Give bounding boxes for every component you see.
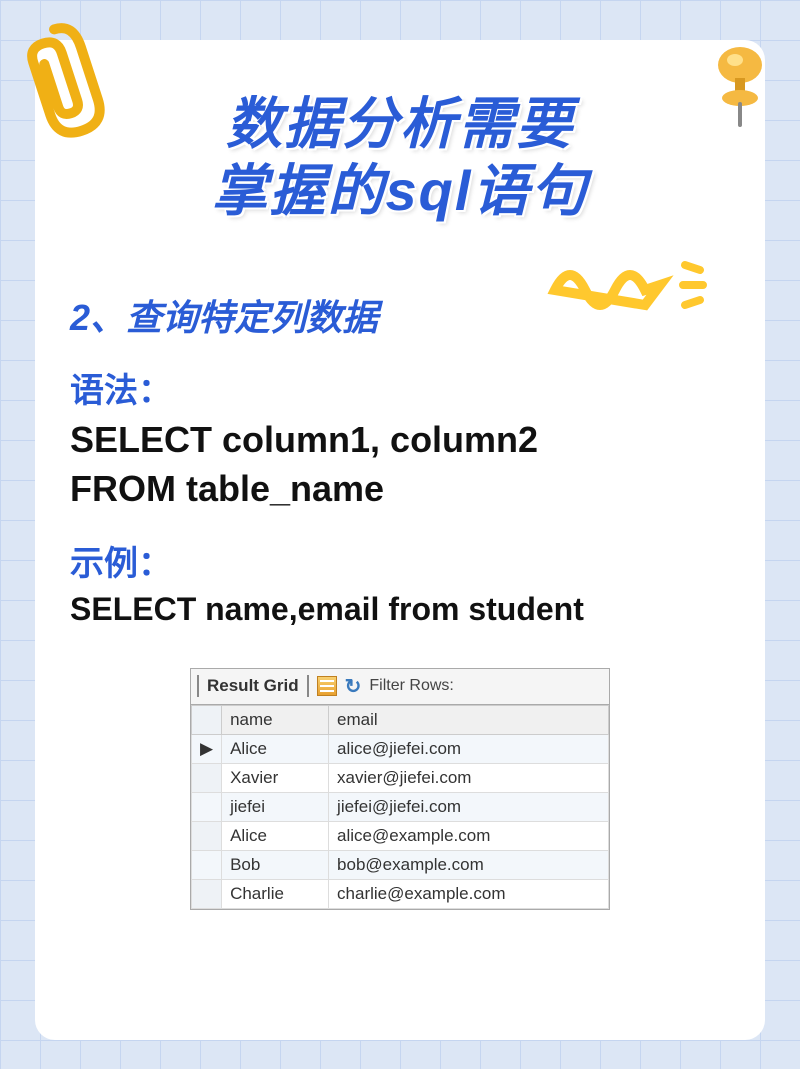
- syntax-code: SELECT column1, column2 FROM table_name: [70, 416, 730, 513]
- toolbar-separator: [197, 675, 199, 697]
- section-heading: 2、查询特定列数据: [70, 289, 378, 341]
- row-indicator: ▶: [192, 734, 222, 763]
- toolbar-separator: [307, 675, 309, 697]
- col-name[interactable]: name: [222, 705, 329, 734]
- grid-options-icon[interactable]: [317, 676, 337, 696]
- cell-email[interactable]: charlie@example.com: [329, 879, 609, 908]
- cell-email[interactable]: bob@example.com: [329, 850, 609, 879]
- cell-email[interactable]: alice@example.com: [329, 821, 609, 850]
- table-row[interactable]: Xavierxavier@jiefei.com: [192, 763, 609, 792]
- syntax-label: 语法：: [70, 363, 730, 412]
- syntax-line1: SELECT column1, column2: [70, 416, 730, 465]
- cell-name[interactable]: Alice: [222, 734, 329, 763]
- result-table: name email ▶Alicealice@jiefei.comXavierx…: [191, 705, 609, 909]
- cell-name[interactable]: Xavier: [222, 763, 329, 792]
- squiggle-decoration: [545, 250, 725, 320]
- cell-name[interactable]: Charlie: [222, 879, 329, 908]
- table-row[interactable]: jiefeijiefei@jiefei.com: [192, 792, 609, 821]
- refresh-icon[interactable]: ↻: [345, 674, 362, 699]
- col-email[interactable]: email: [329, 705, 609, 734]
- cell-name[interactable]: Alice: [222, 821, 329, 850]
- content-card: 数据分析需要 掌握的sql语句 2、查询特定列数据 语法： SELECT col…: [35, 40, 765, 1040]
- row-indicator: [192, 850, 222, 879]
- row-indicator: [192, 792, 222, 821]
- row-indicator: [192, 879, 222, 908]
- filter-rows-label: Filter Rows:: [369, 677, 453, 695]
- title-line2: 掌握的sql语句: [70, 157, 730, 224]
- table-row[interactable]: Alicealice@example.com: [192, 821, 609, 850]
- title-line1: 数据分析需要: [70, 90, 730, 157]
- row-header-blank: [192, 705, 222, 734]
- cell-name[interactable]: jiefei: [222, 792, 329, 821]
- row-indicator: [192, 821, 222, 850]
- example-label: 示例：: [70, 536, 730, 585]
- example-code: SELECT name,email from student: [70, 591, 730, 628]
- page-title: 数据分析需要 掌握的sql语句: [70, 90, 730, 224]
- result-grid: Result Grid ↻ Filter Rows: name email ▶A…: [190, 668, 610, 910]
- grid-title: Result Grid: [207, 676, 299, 696]
- table-row[interactable]: Charliecharlie@example.com: [192, 879, 609, 908]
- row-indicator: [192, 763, 222, 792]
- grid-toolbar: Result Grid ↻ Filter Rows:: [191, 669, 609, 705]
- table-row[interactable]: ▶Alicealice@jiefei.com: [192, 734, 609, 763]
- paperclip-icon: [15, 15, 105, 145]
- cell-email[interactable]: xavier@jiefei.com: [329, 763, 609, 792]
- table-row[interactable]: Bobbob@example.com: [192, 850, 609, 879]
- syntax-line2: FROM table_name: [70, 465, 730, 514]
- cell-email[interactable]: jiefei@jiefei.com: [329, 792, 609, 821]
- pushpin-icon: [705, 40, 775, 130]
- cell-name[interactable]: Bob: [222, 850, 329, 879]
- cell-email[interactable]: alice@jiefei.com: [329, 734, 609, 763]
